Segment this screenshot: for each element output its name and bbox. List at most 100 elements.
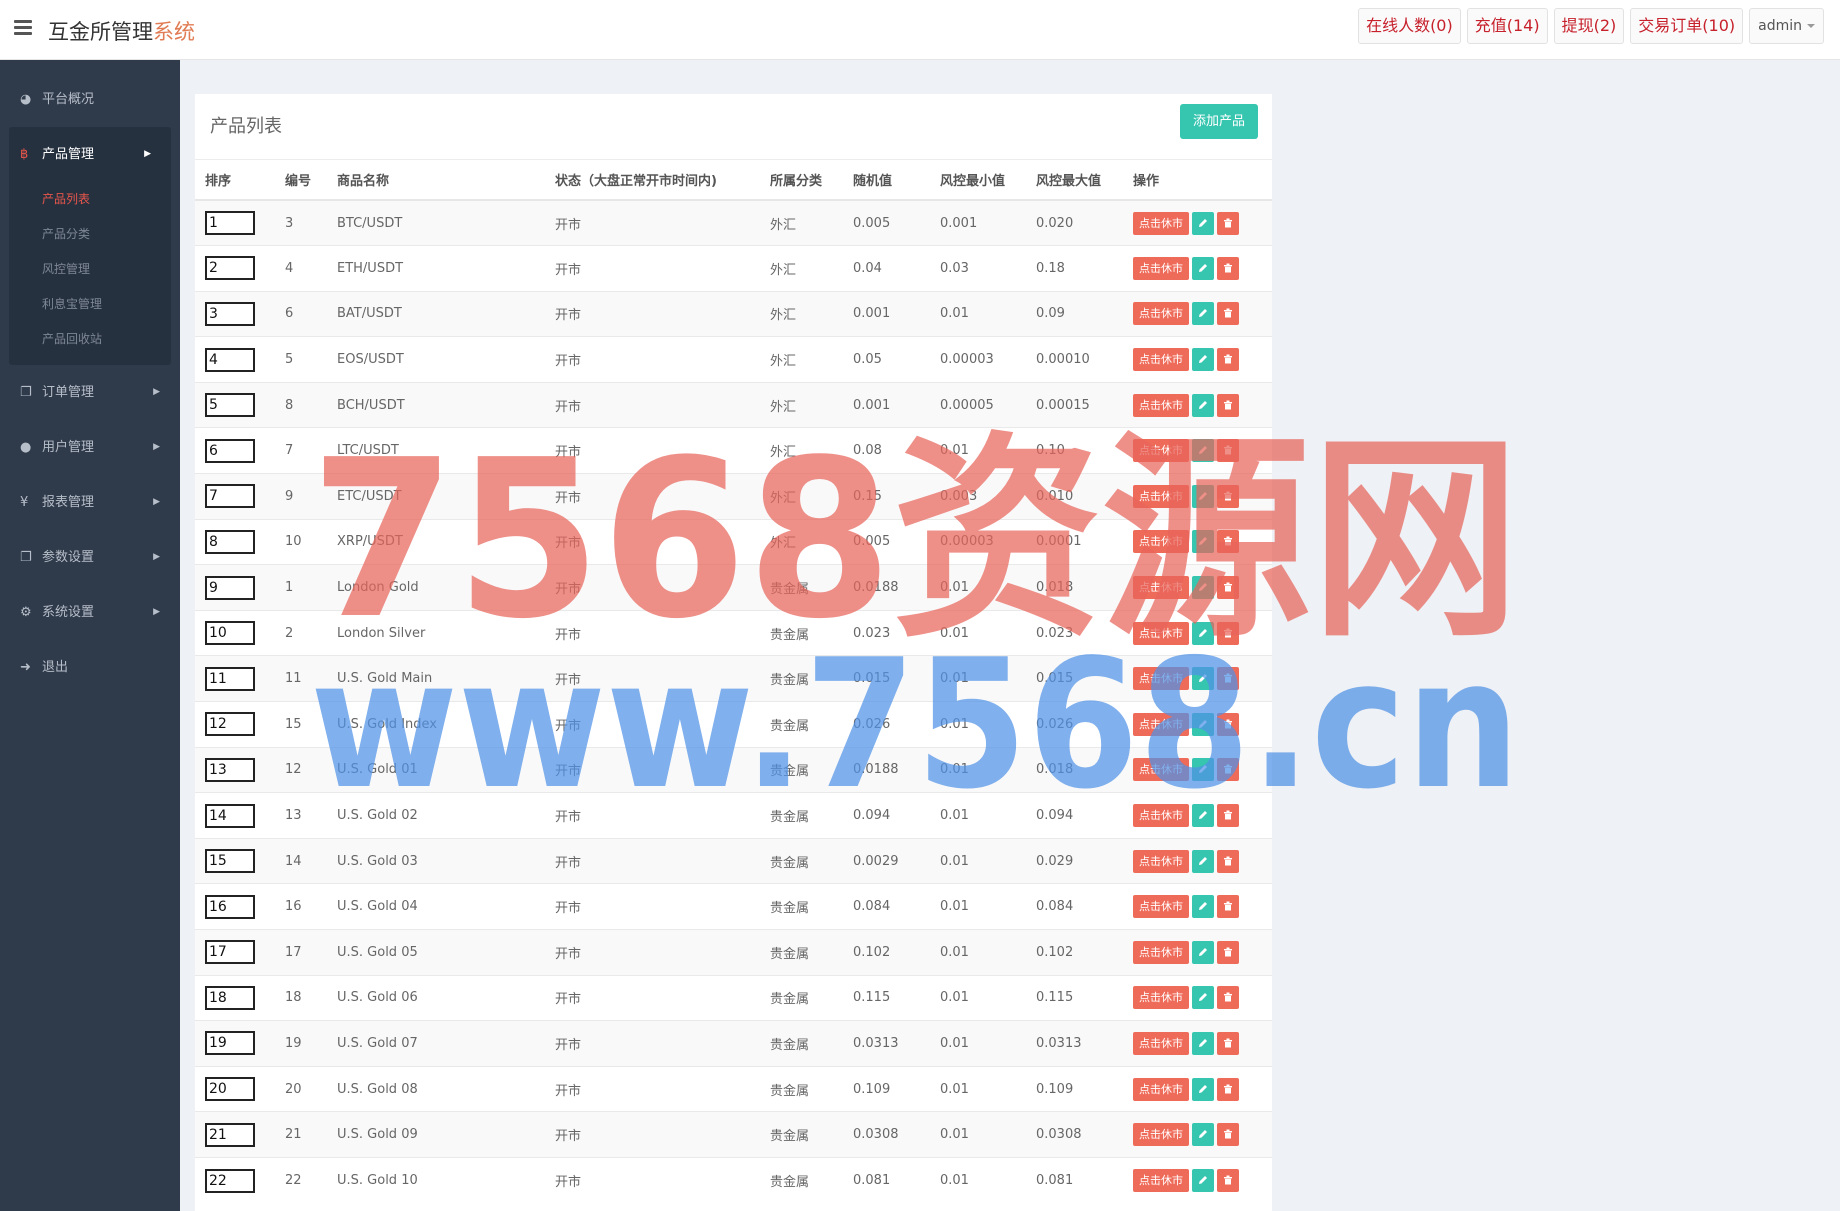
sidebar-subitem-risk-control[interactable]: 风控管理: [9, 252, 171, 287]
sidebar-subitem-interest[interactable]: 利息宝管理: [9, 287, 171, 322]
delete-button[interactable]: [1217, 393, 1239, 417]
sidebar-item-params[interactable]: ❐ 参数设置 ▶: [0, 530, 180, 585]
delete-button[interactable]: [1217, 667, 1239, 691]
edit-button[interactable]: [1192, 211, 1214, 235]
edit-button[interactable]: [1192, 484, 1214, 508]
close-market-button[interactable]: 点击休市: [1133, 348, 1189, 372]
sidebar-subitem-product-list[interactable]: 产品列表: [9, 182, 171, 217]
edit-button[interactable]: [1192, 758, 1214, 782]
sort-order-input[interactable]: [205, 438, 255, 463]
sort-order-input[interactable]: [205, 301, 255, 326]
sidebar-item-logout[interactable]: ➜ 退出: [0, 640, 180, 695]
sort-order-input[interactable]: [205, 529, 255, 554]
sort-order-input[interactable]: [205, 894, 255, 919]
delete-button[interactable]: [1217, 302, 1239, 326]
close-market-button[interactable]: 点击休市: [1133, 302, 1189, 326]
edit-button[interactable]: [1192, 986, 1214, 1010]
edit-button[interactable]: [1192, 530, 1214, 554]
sort-order-input[interactable]: [205, 803, 255, 828]
sort-order-input[interactable]: [205, 621, 255, 646]
close-market-button[interactable]: 点击休市: [1133, 1077, 1189, 1101]
delete-button[interactable]: [1217, 849, 1239, 873]
sort-order-input[interactable]: [205, 940, 255, 965]
edit-button[interactable]: [1192, 895, 1214, 919]
trade-orders-button[interactable]: 交易订单(10): [1630, 8, 1744, 44]
close-market-button[interactable]: 点击休市: [1133, 484, 1189, 508]
edit-button[interactable]: [1192, 849, 1214, 873]
sidebar-subitem-recycle-bin[interactable]: 产品回收站: [9, 322, 171, 357]
sidebar-item-products[interactable]: ฿ 产品管理 ▶: [9, 127, 171, 182]
delete-button[interactable]: [1217, 1077, 1239, 1101]
close-market-button[interactable]: 点击休市: [1133, 895, 1189, 919]
sort-order-input[interactable]: [205, 575, 255, 600]
sort-order-input[interactable]: [205, 985, 255, 1010]
edit-button[interactable]: [1192, 1077, 1214, 1101]
sort-order-input[interactable]: [205, 1168, 255, 1193]
close-market-button[interactable]: 点击休市: [1133, 393, 1189, 417]
sort-order-input[interactable]: [205, 757, 255, 782]
delete-button[interactable]: [1217, 621, 1239, 645]
delete-button[interactable]: [1217, 895, 1239, 919]
close-market-button[interactable]: 点击休市: [1133, 1123, 1189, 1147]
close-market-button[interactable]: 点击休市: [1133, 804, 1189, 828]
close-market-button[interactable]: 点击休市: [1133, 667, 1189, 691]
recharge-button[interactable]: 充值(14): [1466, 8, 1548, 44]
edit-button[interactable]: [1192, 940, 1214, 964]
sort-order-input[interactable]: [205, 211, 255, 236]
close-market-button[interactable]: 点击休市: [1133, 1169, 1189, 1193]
sort-order-input[interactable]: [205, 393, 255, 418]
sort-order-input[interactable]: [205, 849, 255, 874]
sort-order-input[interactable]: [205, 666, 255, 691]
edit-button[interactable]: [1192, 393, 1214, 417]
delete-button[interactable]: [1217, 484, 1239, 508]
delete-button[interactable]: [1217, 576, 1239, 600]
sidebar-subitem-product-category[interactable]: 产品分类: [9, 217, 171, 252]
close-market-button[interactable]: 点击休市: [1133, 530, 1189, 554]
edit-button[interactable]: [1192, 667, 1214, 691]
delete-button[interactable]: [1217, 256, 1239, 280]
sort-order-input[interactable]: [205, 1031, 255, 1056]
add-product-button[interactable]: 添加产品: [1179, 104, 1258, 139]
admin-dropdown[interactable]: admin: [1749, 8, 1824, 44]
withdraw-button[interactable]: 提现(2): [1553, 8, 1625, 44]
sort-order-input[interactable]: [205, 1122, 255, 1147]
sidebar-item-orders[interactable]: ❐ 订单管理 ▶: [0, 365, 180, 420]
delete-button[interactable]: [1217, 1031, 1239, 1055]
close-market-button[interactable]: 点击休市: [1133, 256, 1189, 280]
edit-button[interactable]: [1192, 1031, 1214, 1055]
sidebar-item-reports[interactable]: ¥ 报表管理 ▶: [0, 475, 180, 530]
edit-button[interactable]: [1192, 1123, 1214, 1147]
delete-button[interactable]: [1217, 986, 1239, 1010]
edit-button[interactable]: [1192, 1169, 1214, 1193]
sidebar-item-overview[interactable]: ◕ 平台概况: [0, 72, 180, 127]
edit-button[interactable]: [1192, 621, 1214, 645]
sidebar-item-system[interactable]: ⚙ 系统设置 ▶: [0, 585, 180, 640]
delete-button[interactable]: [1217, 1123, 1239, 1147]
edit-button[interactable]: [1192, 302, 1214, 326]
sort-order-input[interactable]: [205, 256, 255, 281]
edit-button[interactable]: [1192, 256, 1214, 280]
sort-order-input[interactable]: [205, 1077, 255, 1102]
sort-order-input[interactable]: [205, 347, 255, 372]
delete-button[interactable]: [1217, 211, 1239, 235]
sort-order-input[interactable]: [205, 484, 255, 509]
delete-button[interactable]: [1217, 439, 1239, 463]
close-market-button[interactable]: 点击休市: [1133, 986, 1189, 1010]
delete-button[interactable]: [1217, 348, 1239, 372]
edit-button[interactable]: [1192, 576, 1214, 600]
close-market-button[interactable]: 点击休市: [1133, 439, 1189, 463]
online-users-button[interactable]: 在线人数(0): [1358, 8, 1461, 44]
hamburger-menu-icon[interactable]: [14, 20, 32, 35]
close-market-button[interactable]: 点击休市: [1133, 576, 1189, 600]
close-market-button[interactable]: 点击休市: [1133, 849, 1189, 873]
delete-button[interactable]: [1217, 758, 1239, 782]
delete-button[interactable]: [1217, 940, 1239, 964]
sort-order-input[interactable]: [205, 712, 255, 737]
edit-button[interactable]: [1192, 439, 1214, 463]
delete-button[interactable]: [1217, 530, 1239, 554]
delete-button[interactable]: [1217, 1169, 1239, 1193]
edit-button[interactable]: [1192, 804, 1214, 828]
close-market-button[interactable]: 点击休市: [1133, 621, 1189, 645]
close-market-button[interactable]: 点击休市: [1133, 940, 1189, 964]
close-market-button[interactable]: 点击休市: [1133, 758, 1189, 782]
